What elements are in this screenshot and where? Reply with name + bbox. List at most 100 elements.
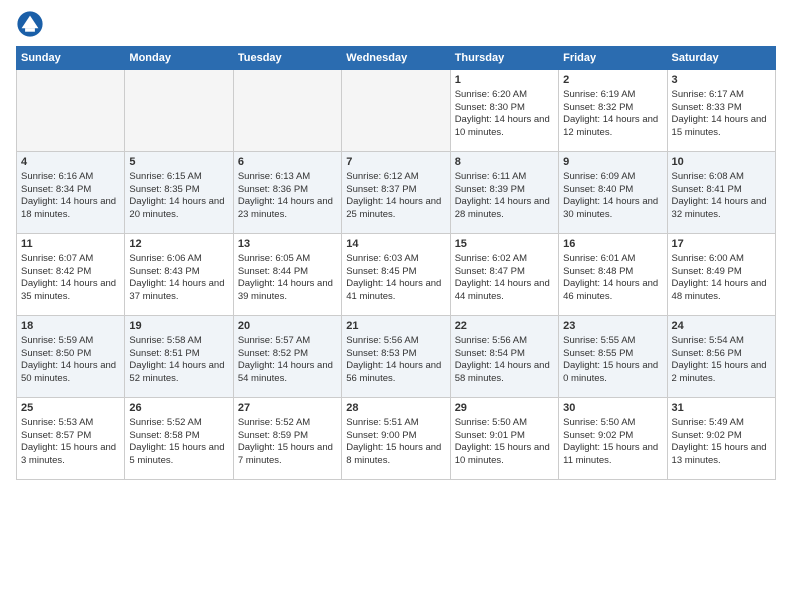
day-number: 16: [563, 237, 662, 252]
day-header-sunday: Sunday: [17, 47, 125, 70]
daylight-text: Daylight: 14 hours and 50 minutes.: [21, 360, 116, 384]
calendar-cell: 14Sunrise: 6:03 AMSunset: 8:45 PMDayligh…: [342, 234, 450, 316]
calendar-cell: 19Sunrise: 5:58 AMSunset: 8:51 PMDayligh…: [125, 316, 233, 398]
calendar-cell: 29Sunrise: 5:50 AMSunset: 9:01 PMDayligh…: [450, 398, 558, 480]
sunset-text: Sunset: 8:49 PM: [672, 266, 742, 277]
sunset-text: Sunset: 8:40 PM: [563, 184, 633, 195]
sunrise-text: Sunrise: 6:01 AM: [563, 253, 635, 264]
day-number: 14: [346, 237, 445, 252]
week-row: 25Sunrise: 5:53 AMSunset: 8:57 PMDayligh…: [17, 398, 776, 480]
day-header-tuesday: Tuesday: [233, 47, 341, 70]
day-number: 18: [21, 319, 120, 334]
calendar-cell: 4Sunrise: 6:16 AMSunset: 8:34 PMDaylight…: [17, 152, 125, 234]
sunrise-text: Sunrise: 6:13 AM: [238, 171, 310, 182]
calendar-cell: 26Sunrise: 5:52 AMSunset: 8:58 PMDayligh…: [125, 398, 233, 480]
sunrise-text: Sunrise: 6:08 AM: [672, 171, 744, 182]
sunset-text: Sunset: 8:55 PM: [563, 348, 633, 359]
sunset-text: Sunset: 8:36 PM: [238, 184, 308, 195]
calendar-cell: 10Sunrise: 6:08 AM Sunset: 8:41 PMDayligh…: [667, 152, 775, 234]
week-row: 11Sunrise: 6:07 AMSunset: 8:42 PMDayligh…: [17, 234, 776, 316]
sunset-text: Sunset: 8:30 PM: [455, 102, 525, 113]
day-number: 31: [672, 401, 771, 416]
calendar-cell: 25Sunrise: 5:53 AMSunset: 8:57 PMDayligh…: [17, 398, 125, 480]
calendar-cell: 7Sunrise: 6:12 AMSunset: 8:37 PMDaylight…: [342, 152, 450, 234]
daylight-text: Daylight: 14 hours and 10 minutes.: [455, 114, 550, 138]
calendar-cell: 23Sunrise: 5:55 AMSunset: 8:55 PMDayligh…: [559, 316, 667, 398]
calendar-cell: [233, 70, 341, 152]
calendar-cell: 6Sunrise: 6:13 AMSunset: 8:36 PMDaylight…: [233, 152, 341, 234]
daylight-text: Daylight: 14 hours and 18 minutes.: [21, 196, 116, 220]
sunset-text: Sunset: 8:41 PM: [672, 184, 742, 195]
sunset-text: Sunset: 8:37 PM: [346, 184, 416, 195]
sunset-text: Sunset: 9:02 PM: [563, 430, 633, 441]
sunrise-text: Sunrise: 6:07 AM: [21, 253, 93, 264]
calendar-cell: 17Sunrise: 6:00 AMSunset: 8:49 PMDayligh…: [667, 234, 775, 316]
day-number: 10: [672, 155, 771, 170]
calendar-cell: 15Sunrise: 6:02 AMSunset: 8:47 PMDayligh…: [450, 234, 558, 316]
sunrise-text: Sunrise: 5:58 AM: [129, 335, 201, 346]
sunrise-text: Sunrise: 5:51 AM: [346, 417, 418, 428]
daylight-text: Daylight: 15 hours and 5 minutes.: [129, 442, 224, 466]
week-row: 1Sunrise: 6:20 AMSunset: 8:30 PMDaylight…: [17, 70, 776, 152]
daylight-text: Daylight: 14 hours and 32 minutes.: [672, 196, 767, 220]
daylight-text: Daylight: 15 hours and 10 minutes.: [455, 442, 550, 466]
daylight-text: Daylight: 14 hours and 44 minutes.: [455, 278, 550, 302]
calendar-cell: 13Sunrise: 6:05 AMSunset: 8:44 PMDayligh…: [233, 234, 341, 316]
daylight-text: Daylight: 14 hours and 35 minutes.: [21, 278, 116, 302]
logo-icon: [16, 10, 44, 38]
day-header-saturday: Saturday: [667, 47, 775, 70]
sunset-text: Sunset: 8:51 PM: [129, 348, 199, 359]
day-header-thursday: Thursday: [450, 47, 558, 70]
sunrise-text: Sunrise: 6:15 AM: [129, 171, 201, 182]
week-row: 18Sunrise: 5:59 AMSunset: 8:50 PMDayligh…: [17, 316, 776, 398]
sunrise-text: Sunrise: 6:00 AM: [672, 253, 744, 264]
sunset-text: Sunset: 8:33 PM: [672, 102, 742, 113]
daylight-text: Daylight: 14 hours and 20 minutes.: [129, 196, 224, 220]
sunset-text: Sunset: 8:34 PM: [21, 184, 91, 195]
calendar-cell: 16Sunrise: 6:01 AM Sunset: 8:48 PMDayligh…: [559, 234, 667, 316]
daylight-text: Daylight: 14 hours and 58 minutes.: [455, 360, 550, 384]
sunset-text: Sunset: 8:47 PM: [455, 266, 525, 277]
calendar-body: 1Sunrise: 6:20 AMSunset: 8:30 PMDaylight…: [17, 70, 776, 480]
daylight-text: Daylight: 14 hours and 46 minutes.: [563, 278, 658, 302]
day-number: 20: [238, 319, 337, 334]
sunrise-text: Sunrise: 5:55 AM: [563, 335, 635, 346]
day-number: 9: [563, 155, 662, 170]
calendar-cell: 30Sunrise: 5:50 AMSunset: 9:02 PMDayligh…: [559, 398, 667, 480]
sunset-text: Sunset: 8:48 PM: [563, 266, 633, 277]
day-number: 1: [455, 73, 554, 88]
day-number: 25: [21, 401, 120, 416]
daylight-text: Daylight: 15 hours and 0 minutes.: [563, 360, 658, 384]
daylight-text: Daylight: 14 hours and 37 minutes.: [129, 278, 224, 302]
daylight-text: Daylight: 14 hours and 48 minutes.: [672, 278, 767, 302]
sunset-text: Sunset: 8:32 PM: [563, 102, 633, 113]
day-number: 6: [238, 155, 337, 170]
sunset-text: Sunset: 8:59 PM: [238, 430, 308, 441]
daylight-text: Daylight: 14 hours and 15 minutes.: [672, 114, 767, 138]
day-number: 30: [563, 401, 662, 416]
header-row: SundayMondayTuesdayWednesdayThursdayFrid…: [17, 47, 776, 70]
daylight-text: Daylight: 14 hours and 28 minutes.: [455, 196, 550, 220]
calendar-cell: 24Sunrise: 5:54 AMSunset: 8:56 PMDayligh…: [667, 316, 775, 398]
sunset-text: Sunset: 8:53 PM: [346, 348, 416, 359]
calendar-cell: [125, 70, 233, 152]
daylight-text: Daylight: 15 hours and 8 minutes.: [346, 442, 441, 466]
calendar-cell: 18Sunrise: 5:59 AMSunset: 8:50 PMDayligh…: [17, 316, 125, 398]
day-number: 24: [672, 319, 771, 334]
sunrise-text: Sunrise: 5:52 AM: [129, 417, 201, 428]
day-number: 7: [346, 155, 445, 170]
calendar-cell: 21Sunrise: 5:56 AMSunset: 8:53 PMDayligh…: [342, 316, 450, 398]
calendar-cell: 28Sunrise: 5:51 AMSunset: 9:00 PMDayligh…: [342, 398, 450, 480]
sunrise-text: Sunrise: 6:19 AM: [563, 89, 635, 100]
day-number: 13: [238, 237, 337, 252]
day-number: 21: [346, 319, 445, 334]
calendar-cell: 31Sunrise: 5:49 AMSunset: 9:02 PMDayligh…: [667, 398, 775, 480]
sunrise-text: Sunrise: 5:52 AM: [238, 417, 310, 428]
sunrise-text: Sunrise: 5:50 AM: [563, 417, 635, 428]
day-number: 15: [455, 237, 554, 252]
day-number: 28: [346, 401, 445, 416]
calendar-cell: [342, 70, 450, 152]
daylight-text: Daylight: 14 hours and 30 minutes.: [563, 196, 658, 220]
day-header-friday: Friday: [559, 47, 667, 70]
logo: [16, 10, 48, 38]
